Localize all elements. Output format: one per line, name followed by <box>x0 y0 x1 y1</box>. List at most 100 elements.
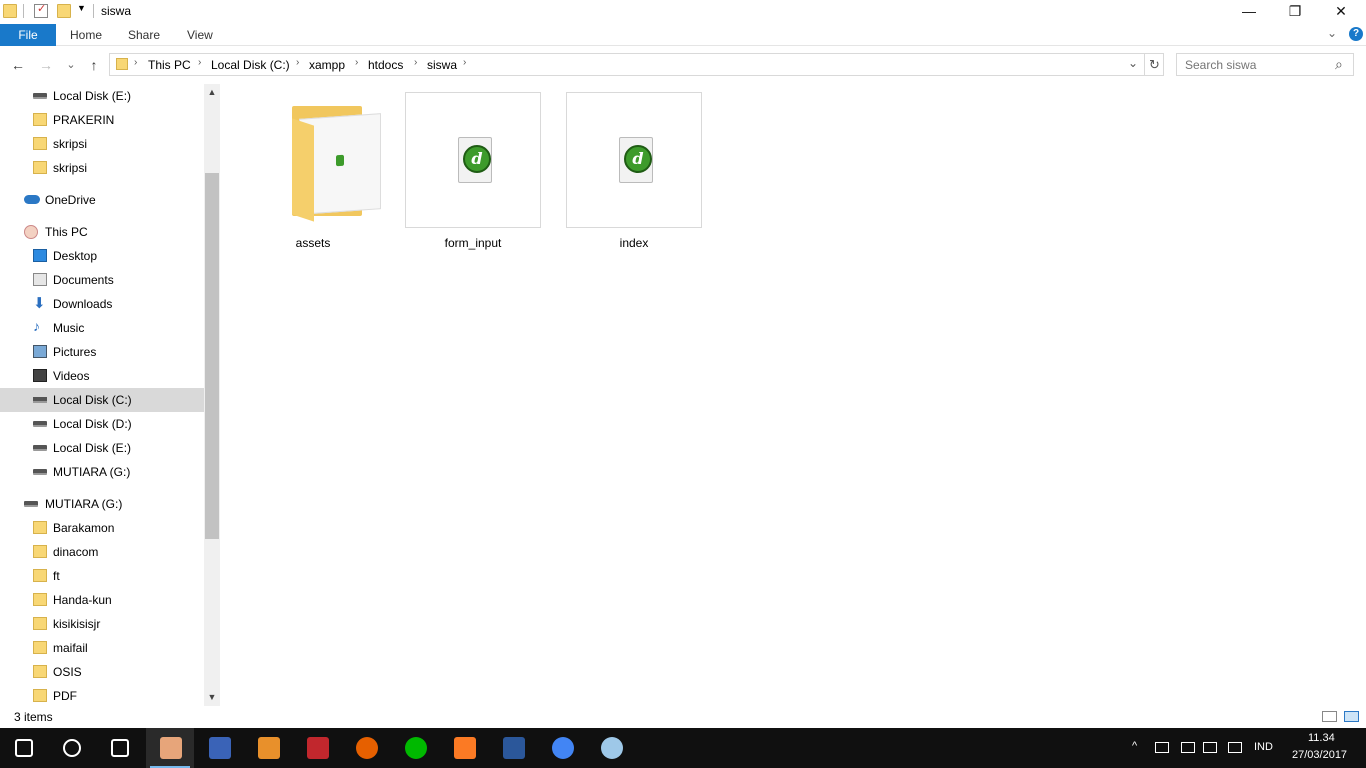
action-center-icon[interactable] <box>1228 742 1242 753</box>
word-app-icon[interactable] <box>489 728 537 768</box>
sidebar-item-barakamon[interactable]: Barakamon <box>0 516 204 540</box>
spss-app-icon[interactable] <box>293 728 341 768</box>
file-name: form_input <box>444 236 502 250</box>
breadcrumb-separator[interactable]: › <box>355 57 358 68</box>
close-button[interactable]: ✕ <box>1318 0 1364 24</box>
tab-share[interactable]: Share <box>128 24 160 46</box>
maximize-button[interactable]: ❐ <box>1272 0 1318 24</box>
sidebar-item-this-pc[interactable]: This PC <box>0 220 204 244</box>
search-input[interactable] <box>1185 58 1325 72</box>
sidebar-item-kisikisisjr[interactable]: kisikisisjr <box>0 612 204 636</box>
sidebar-item-mutiara-g[interactable]: MUTIARA (G:) <box>0 492 204 516</box>
breadcrumb-separator[interactable]: › <box>198 57 201 68</box>
line-app-icon[interactable] <box>391 728 439 768</box>
sidebar-item-label: MUTIARA (G:) <box>53 465 131 479</box>
breadcrumb-xampp[interactable]: xampp <box>309 58 345 72</box>
sidebar-item-onedrive[interactable]: OneDrive <box>0 188 204 212</box>
folder-icon <box>3 4 17 18</box>
file-thumbnail: d <box>566 92 702 228</box>
sidebar-item-ft[interactable]: ft <box>0 564 204 588</box>
sidebar-item-local-disk-e[interactable]: Local Disk (E:) <box>0 84 204 108</box>
sidebar-item-local-disk-d[interactable]: Local Disk (D:) <box>0 412 204 436</box>
scroll-thumb[interactable] <box>205 173 219 539</box>
volume-icon[interactable] <box>1203 742 1217 753</box>
file-item-form-input[interactable]: d form_input <box>405 92 541 252</box>
expand-ribbon-icon[interactable]: ⌄ <box>1327 26 1337 40</box>
tab-file[interactable]: File <box>0 24 56 46</box>
tab-view[interactable]: View <box>187 24 213 46</box>
tab-home[interactable]: Home <box>70 24 102 46</box>
breadcrumb-siswa[interactable]: siswa <box>427 58 457 72</box>
address-bar[interactable]: › This PC › Local Disk (C:) › xampp › ht… <box>109 53 1164 76</box>
language-indicator[interactable]: IND <box>1254 741 1273 753</box>
breadcrumb-separator[interactable]: › <box>463 57 466 68</box>
tray-chevron-icon[interactable]: ^ <box>1132 740 1137 752</box>
sidebar-item-pdf[interactable]: PDF <box>0 684 204 706</box>
paint-app-icon[interactable] <box>587 728 635 768</box>
file-item-index[interactable]: d index <box>566 92 702 252</box>
details-view-icon[interactable] <box>1322 711 1337 722</box>
sidebar-item-videos[interactable]: Videos <box>0 364 204 388</box>
sidebar-item-label: Local Disk (C:) <box>53 393 132 407</box>
recent-locations-button[interactable]: ⌄ <box>61 55 81 75</box>
refresh-icon[interactable]: ↻ <box>1149 57 1160 73</box>
sidebar-item-music[interactable]: ♪ Music <box>0 316 204 340</box>
search-box[interactable]: ⌕ <box>1176 53 1354 76</box>
clock-time[interactable]: 11.34 <box>1308 732 1335 744</box>
onedrive-icon <box>24 195 40 204</box>
help-icon[interactable]: ? <box>1349 27 1363 41</box>
breadcrumb-separator[interactable]: › <box>296 57 299 68</box>
battery-icon[interactable] <box>1155 742 1169 753</box>
music-icon: ♪ <box>33 318 40 334</box>
sidebar-item-local-disk-c[interactable]: Local Disk (C:) <box>0 388 204 412</box>
customize-quick-access-icon[interactable]: ▼ <box>77 3 86 13</box>
sublime-text-app-icon[interactable] <box>244 728 292 768</box>
sidebar-item-handa-kun[interactable]: Handa-kun <box>0 588 204 612</box>
folder-icon <box>33 569 47 582</box>
sidebar-item-pictures[interactable]: Pictures <box>0 340 204 364</box>
breadcrumb-htdocs[interactable]: htdocs <box>368 58 403 72</box>
sidebar-item-mutiara-g[interactable]: MUTIARA (G:) <box>0 460 204 484</box>
chrome-app-icon[interactable] <box>538 728 586 768</box>
large-icons-view-icon[interactable] <box>1344 711 1359 722</box>
sidebar-item-documents[interactable]: Documents <box>0 268 204 292</box>
breadcrumb-separator[interactable]: › <box>414 57 417 68</box>
sidebar-item-skripsi[interactable]: skripsi <box>0 156 204 180</box>
forward-button[interactable]: → <box>36 55 56 75</box>
window-title: siswa <box>101 4 132 18</box>
task-view-icon[interactable] <box>96 728 144 768</box>
address-dropdown-icon[interactable]: ⌄ <box>1128 56 1138 70</box>
firefox-app-icon[interactable] <box>342 728 390 768</box>
search-icon[interactable]: ⌕ <box>1335 56 1343 73</box>
minimize-button[interactable]: — <box>1226 0 1272 24</box>
sidebar-item-prakerin[interactable]: PRAKERIN <box>0 108 204 132</box>
drive-icon <box>33 445 47 451</box>
search-icon[interactable] <box>48 728 96 768</box>
sidebar-item-dinacom[interactable]: dinacom <box>0 540 204 564</box>
up-button[interactable]: ↑ <box>84 55 104 75</box>
visual-basic-app-icon[interactable] <box>195 728 243 768</box>
sidebar-item-local-disk-e[interactable]: Local Disk (E:) <box>0 436 204 460</box>
scroll-down-button[interactable]: ▼ <box>204 689 220 706</box>
sidebar-item-maifail[interactable]: maifail <box>0 636 204 660</box>
properties-icon[interactable]: ✓ <box>34 3 48 18</box>
xampp-app-icon[interactable] <box>440 728 488 768</box>
sidebar-item-downloads[interactable]: ⬇ Downloads <box>0 292 204 316</box>
sidebar-item-skripsi[interactable]: skripsi <box>0 132 204 156</box>
back-button[interactable]: ← <box>8 55 28 75</box>
new-folder-icon[interactable] <box>57 4 71 18</box>
desktop-icon <box>33 249 47 262</box>
clock-date[interactable]: 27/03/2017 <box>1292 749 1347 761</box>
file-item-assets[interactable]: assets <box>245 92 381 252</box>
breadcrumb-local-disk-c[interactable]: Local Disk (C:) <box>211 58 290 72</box>
breadcrumb-this-pc[interactable]: This PC <box>148 58 191 72</box>
sidebar-item-osis[interactable]: OSIS <box>0 660 204 684</box>
nav-pane-scrollbar[interactable]: ▲ ▼ <box>204 84 220 706</box>
scroll-up-button[interactable]: ▲ <box>204 84 220 101</box>
sidebar-item-desktop[interactable]: Desktop <box>0 244 204 268</box>
wifi-icon[interactable] <box>1181 742 1195 753</box>
file-explorer-app-icon[interactable] <box>146 728 194 768</box>
folder-icon <box>33 137 47 150</box>
start-icon[interactable] <box>0 728 48 768</box>
breadcrumb-separator[interactable]: › <box>134 57 137 68</box>
